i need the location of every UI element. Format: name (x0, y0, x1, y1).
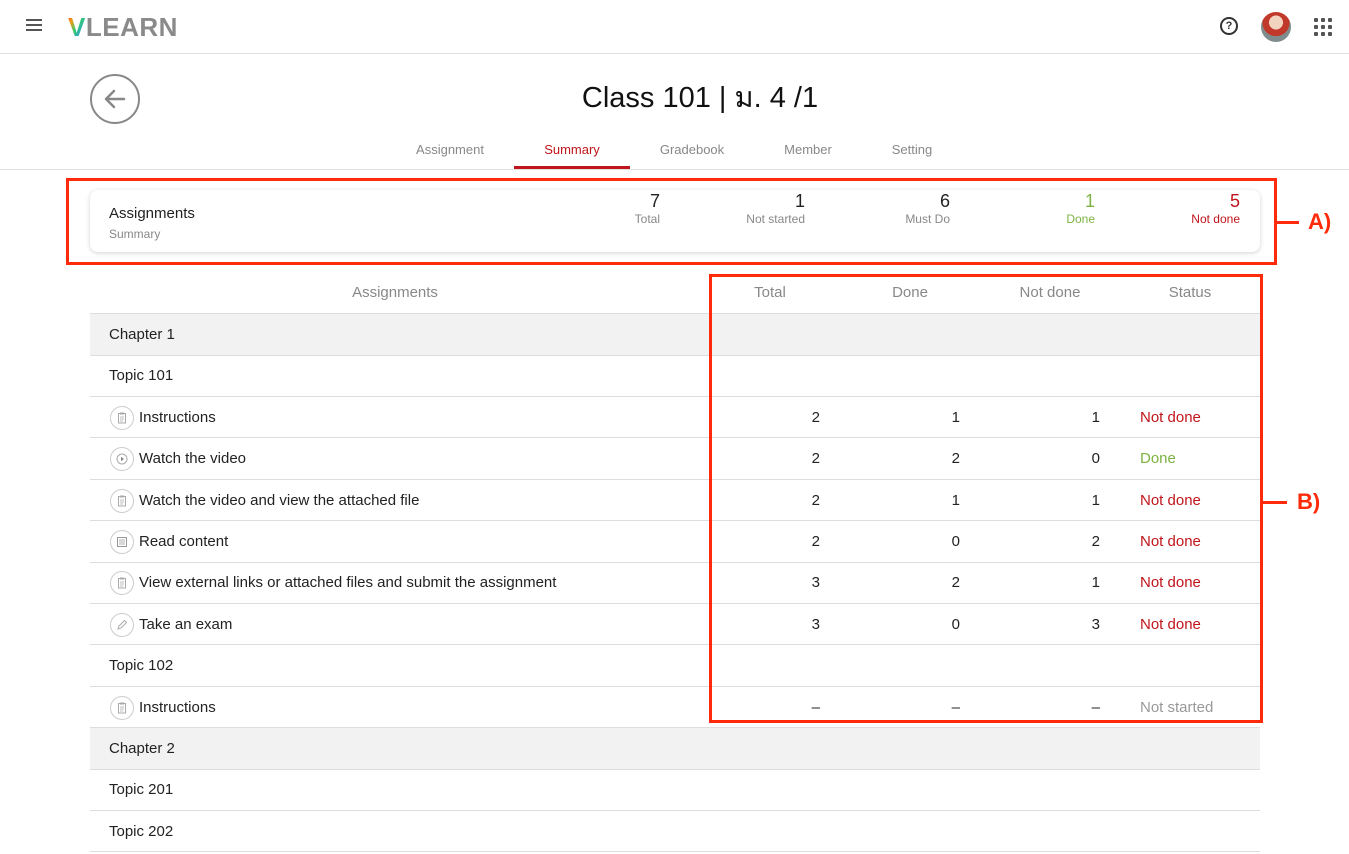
clipboard-icon (110, 695, 134, 720)
topic-label: Topic 201 (109, 781, 174, 799)
column-header-assignments: Assignments (352, 284, 438, 301)
annotation-line-a (1277, 221, 1299, 224)
tab-gradebook[interactable]: Gradebook (642, 142, 742, 157)
vlearn-logo[interactable]: VLEARN (68, 12, 178, 43)
pencil-icon (110, 612, 134, 637)
assignment-name[interactable]: Watch the video and view the attached fi… (139, 492, 419, 509)
clipboard-icon (110, 405, 134, 430)
chapter-label: Chapter 2 (109, 740, 175, 757)
help-icon[interactable]: ? (1220, 17, 1238, 35)
annotation-line-b (1263, 501, 1287, 504)
tab-setting[interactable]: Setting (862, 142, 962, 157)
topic-label: Topic 101 (109, 367, 174, 385)
document-icon (110, 530, 134, 554)
assignment-name[interactable]: Read content (139, 533, 228, 550)
chapter-label: Chapter 1 (109, 326, 175, 343)
annotation-label-a: A) (1308, 209, 1332, 234)
topic-row: Topic 202 (90, 811, 1260, 853)
assignment-name[interactable]: Instructions (139, 409, 216, 426)
annotation-label-b: B) (1297, 489, 1321, 514)
tab-member[interactable]: Member (758, 142, 858, 157)
play-icon (110, 447, 134, 472)
clipboard-icon (110, 488, 134, 513)
tab-summary[interactable]: Summary (522, 142, 622, 157)
assignment-name[interactable]: View external links or attached files an… (139, 574, 556, 591)
hamburger-menu-icon[interactable] (26, 19, 42, 33)
clipboard-icon (110, 571, 134, 596)
assignment-name[interactable]: Instructions (139, 699, 216, 716)
annotation-box-b (709, 274, 1263, 723)
topic-label: Topic 102 (109, 657, 174, 675)
avatar[interactable] (1261, 12, 1291, 42)
apps-grid-icon[interactable] (1314, 18, 1332, 36)
topic-row: Topic 201 (90, 769, 1260, 811)
top-bar: VLEARN ? (0, 0, 1349, 54)
tab-assignment[interactable]: Assignment (400, 142, 500, 157)
topic-label: Topic 202 (109, 822, 174, 840)
active-tab-indicator (514, 166, 630, 169)
assignment-name[interactable]: Take an exam (139, 616, 232, 633)
annotation-box-a (66, 178, 1277, 265)
tab-bar: Assignment Summary Gradebook Member Sett… (0, 130, 1349, 170)
page-title: Class 101 | ม. 4 /1 (581, 82, 819, 114)
assignment-name[interactable]: Watch the video (139, 450, 246, 467)
chapter-row: Chapter 2 (90, 728, 1260, 770)
